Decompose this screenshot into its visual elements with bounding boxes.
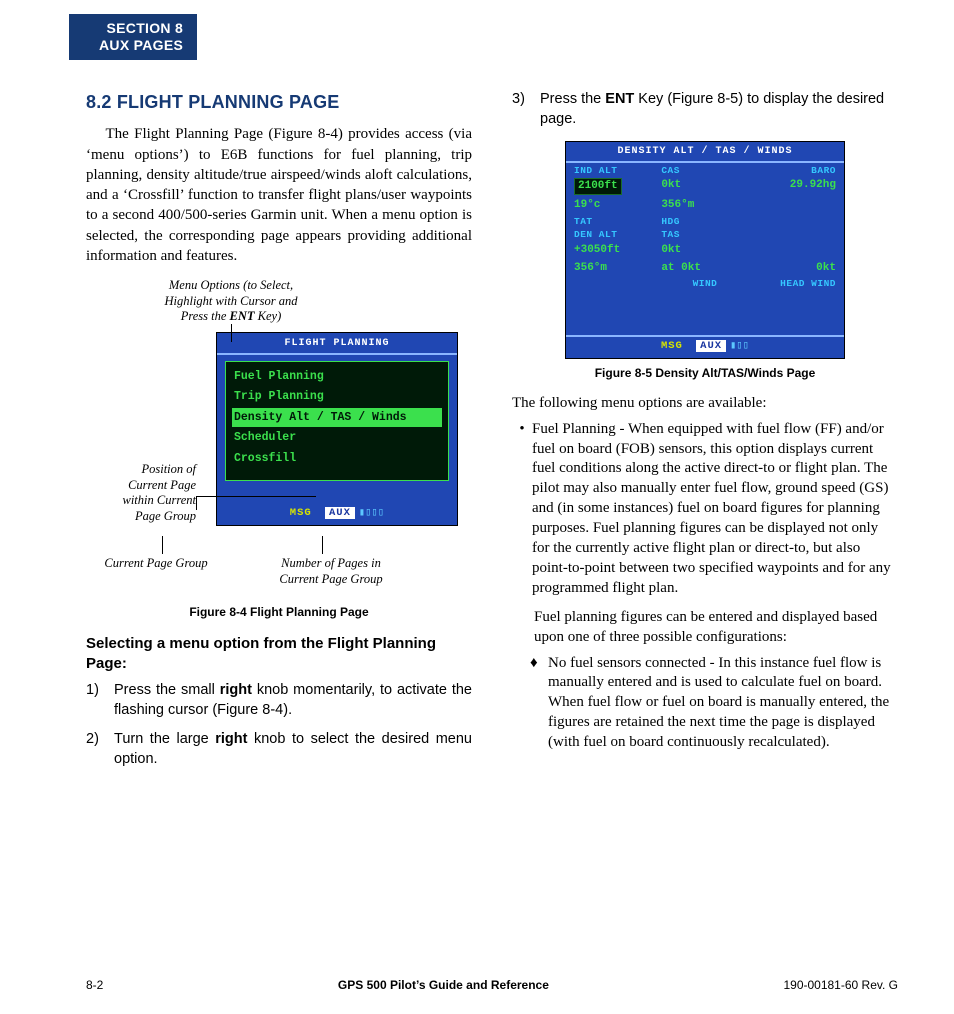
para-following-options: The following menu options are available… — [512, 393, 898, 413]
fig84-item-trip: Trip Planning — [232, 387, 442, 407]
config-diamonds: ♦ No fuel sensors connected - In this in… — [530, 654, 898, 754]
lead-line — [196, 496, 197, 510]
fig85-row4: 356°m at 0kt 0kt — [574, 261, 836, 276]
intro-paragraph: The Flight Planning Page (Figure 8-4) pr… — [86, 124, 472, 266]
lead-line — [231, 324, 232, 342]
section-tab: SECTION 8 AUX PAGES — [69, 14, 197, 60]
fig85-screenshot: DENSITY ALT / TAS / WINDS IND ALT CAS BA… — [565, 141, 845, 359]
fig85-msg: MSG — [661, 340, 683, 352]
fig84-item-fuel: Fuel Planning — [232, 367, 442, 387]
right-column: 3) Press the ENT Key (Figure 8-5) to dis… — [512, 90, 898, 959]
fig85-hdr3: DEN ALT TAS — [574, 229, 836, 242]
fig85-hdr2: TAT HDG — [574, 216, 836, 229]
steps-list-right: 3) Press the ENT Key (Figure 8-5) to dis… — [512, 90, 898, 129]
footer-revision: 190-00181-60 Rev. G — [783, 978, 898, 992]
fig84-statusbar: MSG AUX ▮▯▯▯ — [217, 506, 457, 522]
left-column: 8.2 FLIGHT PLANNING PAGE The Flight Plan… — [86, 90, 472, 959]
annot-current-group: Current Page Group — [96, 556, 216, 572]
bullet-fuel-planning: • Fuel Planning - When equipped with fue… — [512, 420, 898, 599]
fig84-item-crossfill: Crossfill — [232, 449, 442, 469]
fig84-caption: Figure 8-4 Flight Planning Page — [86, 604, 472, 620]
fig85-caption: Figure 8-5 Density Alt/TAS/Winds Page — [512, 365, 898, 381]
steps-list: 1) Press the small right knob momentaril… — [86, 681, 472, 769]
annot-num-pages: Number of Pages in Current Page Group — [256, 556, 406, 587]
section-tab-line1: SECTION 8 — [99, 20, 183, 37]
diamond-no-sensors: ♦ No fuel sensors connected - In this in… — [530, 654, 898, 754]
fig84-page-bars: ▮▯▯▯ — [359, 507, 384, 519]
fig84-menu: Fuel Planning Trip Planning Density Alt … — [225, 361, 449, 481]
fig85-page-bars: ▮▯▯ — [730, 340, 749, 352]
step-3: 3) Press the ENT Key (Figure 8-5) to dis… — [512, 90, 898, 129]
footer-page-number: 8-2 — [86, 978, 103, 992]
figure-8-5-wrap: DENSITY ALT / TAS / WINDS IND ALT CAS BA… — [565, 141, 845, 359]
fig85-hdr4: WIND HEAD WIND — [574, 278, 836, 291]
section-heading: 8.2 FLIGHT PLANNING PAGE — [86, 90, 472, 114]
fig84-aux: AUX — [325, 507, 355, 519]
para-configurations: Fuel planning figures can be entered and… — [534, 607, 898, 648]
fig85-statusbar: MSG AUX ▮▯▯ — [566, 335, 844, 355]
lead-line — [162, 536, 163, 554]
fig84-item-density-selected: Density Alt / TAS / Winds — [232, 408, 442, 428]
annot-position: Position of Current Page within Current … — [86, 462, 196, 525]
step-1: 1) Press the small right knob momentaril… — [86, 681, 472, 720]
options-bullets: • Fuel Planning - When equipped with fue… — [512, 420, 898, 599]
lead-line — [322, 536, 323, 554]
fig85-hdr1: IND ALT CAS BARO — [574, 165, 836, 178]
fig85-row1: 2100ft 0kt 29.92hg — [574, 178, 836, 195]
fig85-row1b: 19°c 356°m — [574, 198, 836, 213]
annot-menu-options: Menu Options (to Select, Highlight with … — [136, 278, 326, 325]
fig84-title: FLIGHT PLANNING — [217, 333, 457, 355]
subheading-selecting: Selecting a menu option from the Flight … — [86, 634, 472, 673]
fig84-item-scheduler: Scheduler — [232, 428, 442, 448]
step-2: 2) Turn the large right knob to select t… — [86, 730, 472, 769]
fig84-msg: MSG — [290, 507, 312, 519]
figure-8-4-wrap: Menu Options (to Select, Highlight with … — [86, 278, 472, 620]
fig85-row3: +3050ft 0kt — [574, 243, 836, 258]
page-footer: 8-2 GPS 500 Pilot’s Guide and Reference … — [86, 978, 898, 992]
fig85-aux: AUX — [696, 340, 726, 352]
footer-title: GPS 500 Pilot’s Guide and Reference — [338, 978, 549, 992]
fig85-title: DENSITY ALT / TAS / WINDS — [566, 142, 844, 163]
section-tab-line2: AUX PAGES — [99, 37, 183, 54]
lead-line — [196, 496, 316, 497]
